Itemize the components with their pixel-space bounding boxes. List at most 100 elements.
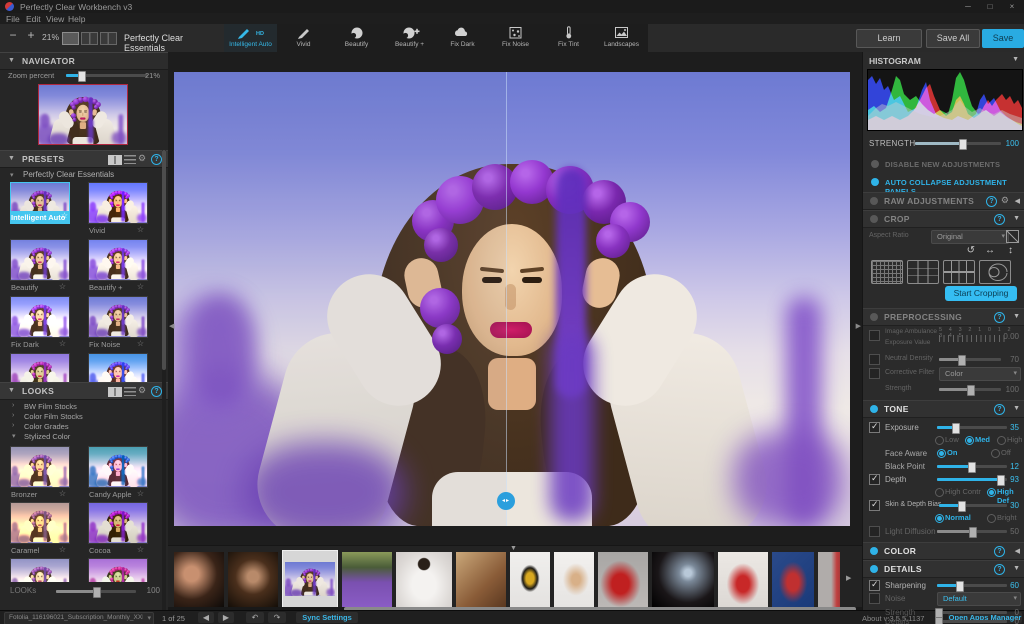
collapse-icon[interactable]: ▼	[1013, 405, 1020, 412]
look-item-bronzer[interactable]: ◂▸ Bronzer☆	[10, 446, 68, 501]
sharpening-checkbox[interactable]: ✓	[869, 580, 880, 591]
maximize-icon[interactable]: □	[980, 0, 1000, 13]
collapse-right-panel-icon[interactable]: ▶	[856, 322, 861, 330]
crop-tool-icon[interactable]	[1006, 230, 1019, 243]
before-after-split-handle[interactable]: ◂▸	[497, 492, 515, 510]
sync-settings-button[interactable]: Sync Settings	[296, 612, 358, 623]
noise-checkbox[interactable]	[869, 593, 880, 604]
view-split-button[interactable]	[81, 32, 98, 45]
panel-state-icon[interactable]	[870, 197, 878, 205]
face-aware-on-radio[interactable]	[937, 449, 946, 458]
grid-quarters-button[interactable]	[943, 260, 975, 284]
noise-details-slider[interactable]	[937, 620, 1007, 623]
flip-horizontal-icon[interactable]: ↔	[985, 245, 995, 256]
filmstrip-thumbnail[interactable]	[228, 552, 278, 607]
star-icon[interactable]: ☆	[59, 545, 66, 554]
depth-slider[interactable]	[937, 478, 1007, 481]
raw-adjustments-header[interactable]: RAW ADJUSTMENTS ? ⚙ ◀	[863, 192, 1024, 210]
color-header[interactable]: COLOR ? ◀	[863, 542, 1024, 560]
preset-group-selector[interactable]: Perfectly Clear Essentials ▾	[118, 31, 222, 45]
navigator-panel-header[interactable]: ▼ NAVIGATOR	[0, 52, 168, 70]
star-icon[interactable]: ☆	[137, 339, 144, 348]
view-sidebyside-button[interactable]	[100, 32, 117, 45]
navigator-thumbnail[interactable]: ◂▸	[38, 84, 128, 145]
collapse-icon[interactable]: ▼	[1013, 313, 1020, 320]
toolbar-preset-fix-tint[interactable]: Fix Tint	[542, 24, 595, 52]
minimize-icon[interactable]: ─	[958, 0, 978, 13]
help-icon[interactable]: ?	[151, 386, 162, 397]
looks-panel-header[interactable]: ▼ LOOKS ⚙ ?	[0, 382, 168, 400]
preset-item-vivid[interactable]: ◂▸ Vivid☆	[88, 182, 146, 237]
filmstrip-collapse-icon[interactable]: ▼	[510, 545, 517, 552]
list-view-icon[interactable]	[124, 155, 136, 164]
filmstrip-thumbnail[interactable]	[396, 552, 452, 607]
preset-item-fix-dark[interactable]: ◂▸ Fix Dark☆	[10, 296, 68, 351]
learn-button[interactable]: Learn	[856, 29, 922, 48]
list-view-icon[interactable]	[124, 387, 136, 396]
filmstrip-thumbnail[interactable]	[718, 552, 768, 607]
preset-item-partial[interactable]: ◂▸	[10, 353, 68, 382]
look-item-cocoa[interactable]: ◂▸ Cocoa☆	[88, 502, 146, 557]
zoom-in-button[interactable]: +	[24, 28, 38, 42]
look-item-candy-apple[interactable]: ◂▸ Candy Apple☆	[88, 446, 146, 501]
tone-exposure-slider[interactable]	[937, 426, 1007, 429]
rotate-icon[interactable]: ↺	[967, 245, 975, 256]
looks-group-bw-film-stocks[interactable]: › BW Film Stocks	[12, 402, 162, 412]
panel-state-icon[interactable]	[870, 565, 878, 573]
star-icon[interactable]: ☆	[137, 545, 144, 554]
grid-thirds-button[interactable]	[907, 260, 939, 284]
filmstrip-thumbnail[interactable]	[554, 552, 594, 607]
strength-slider[interactable]	[915, 142, 1001, 145]
exposure-med-radio[interactable]	[965, 436, 974, 445]
star-icon[interactable]: ☆	[59, 282, 66, 291]
gear-icon[interactable]: ⚙	[138, 385, 146, 396]
aspect-ratio-dropdown[interactable]: Original ▾	[931, 230, 1009, 244]
start-cropping-button[interactable]: Start Cropping	[945, 286, 1017, 301]
help-icon[interactable]: ?	[994, 312, 1005, 323]
grid-fine-button[interactable]	[871, 260, 903, 284]
looks-group-stylized-color[interactable]: ▾ Stylized Color	[12, 432, 162, 442]
menu-file[interactable]: File	[6, 14, 20, 24]
collapse-icon[interactable]: ▼	[1013, 565, 1020, 572]
filmstrip-thumbnail[interactable]	[598, 552, 648, 607]
skin-bright-radio[interactable]	[987, 514, 996, 523]
filmstrip-thumbnail[interactable]	[510, 552, 550, 607]
look-item-partial[interactable]: ◂▸	[10, 558, 68, 582]
skin-normal-radio[interactable]	[935, 514, 944, 523]
help-icon[interactable]: ?	[994, 404, 1005, 415]
corrective-filter-dropdown[interactable]: Color ▾	[939, 367, 1021, 381]
filmstrip-thumbnail[interactable]	[342, 552, 392, 607]
star-icon[interactable]: ☆	[59, 489, 66, 498]
undo-button[interactable]: ↶	[246, 612, 264, 623]
view-single-button[interactable]	[62, 32, 79, 45]
looks-group-color-film-stocks[interactable]: › Color Film Stocks	[12, 412, 162, 422]
filmstrip-thumbnail[interactable]	[772, 552, 814, 607]
help-icon[interactable]: ?	[986, 196, 997, 207]
sharpening-slider[interactable]	[937, 584, 1007, 587]
face-aware-off-radio[interactable]	[991, 449, 1000, 458]
exposure-low-radio[interactable]	[935, 436, 944, 445]
auto-collapse-toggle[interactable]: AUTO COLLAPSE ADJUSTMENT PANELS	[869, 176, 1024, 188]
menu-view[interactable]: View	[46, 14, 64, 24]
noise-strength-slider[interactable]	[937, 611, 1007, 614]
toolbar-preset-landscapes[interactable]: Landscapes	[595, 24, 648, 52]
toolbar-preset-beautify-plus[interactable]: Beautify +	[383, 24, 436, 52]
expand-icon[interactable]: ◀	[1015, 197, 1020, 205]
preset-item-intelligent-auto[interactable]: ◂▸ Intelligent Auto☆	[10, 182, 68, 237]
save-all-button[interactable]: Save All	[926, 29, 980, 48]
gear-icon[interactable]: ⚙	[1001, 195, 1009, 206]
ev-ruler[interactable]	[939, 335, 1005, 342]
previous-image-button[interactable]: ◀	[198, 612, 214, 623]
zoom-percent-slider[interactable]	[66, 74, 148, 77]
next-image-button[interactable]: ▶	[218, 612, 234, 623]
toolbar-preset-intelligent-auto[interactable]: HD Intelligent Auto	[224, 24, 277, 52]
star-icon[interactable]: ☆	[137, 489, 144, 498]
details-header[interactable]: DETAILS ? ▼	[863, 560, 1024, 578]
save-button[interactable]: Save	[982, 29, 1024, 48]
star-icon[interactable]: ☆	[61, 211, 68, 220]
menu-edit[interactable]: Edit	[26, 14, 41, 24]
skin-depth-bias-slider[interactable]	[939, 504, 1007, 507]
crop-header[interactable]: CROP ? ▼	[863, 210, 1024, 228]
panel-state-icon[interactable]	[870, 313, 878, 321]
help-icon[interactable]: ?	[151, 154, 162, 165]
